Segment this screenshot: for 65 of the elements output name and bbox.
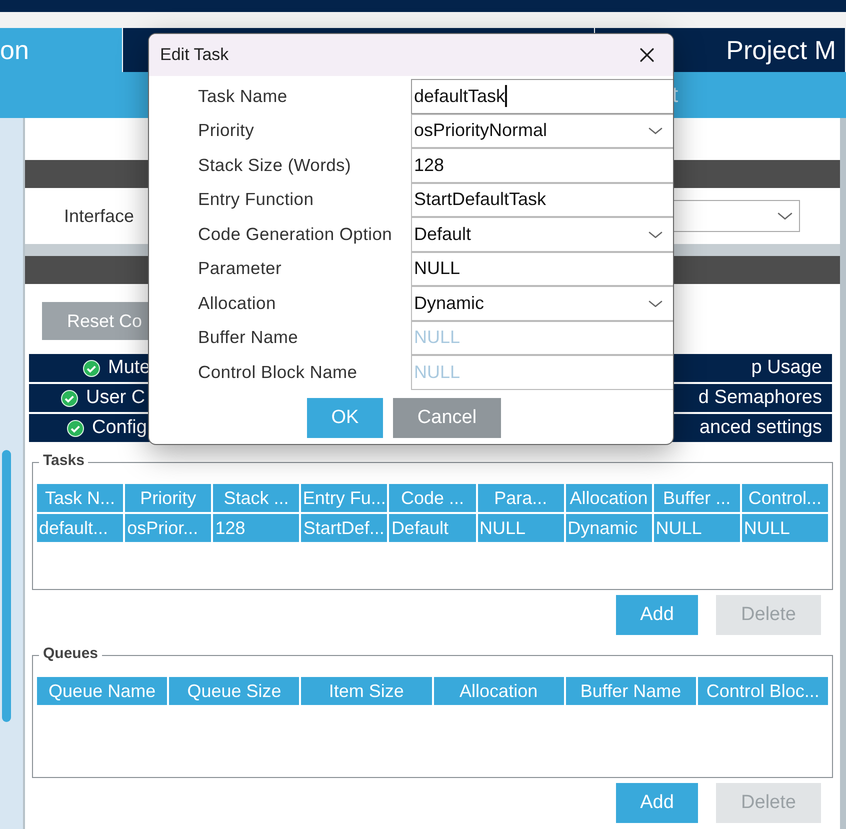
feature-tab-label: anced settings [699,417,822,439]
scrollbar-thumb[interactable] [2,450,11,722]
feature-tab-label: Mute [108,357,150,379]
table-cell[interactable]: NULL [654,514,740,542]
input-field[interactable]: NULL [411,252,673,286]
column-header[interactable]: Allocation [434,677,564,705]
group-title: Queues [39,645,102,662]
column-header[interactable]: Allocation [566,484,652,512]
check-icon [67,420,84,436]
feature-tab-label: User C [86,387,146,409]
field-label: Stack Size (Words) [198,154,352,177]
field-label: Control Block Name [198,360,358,384]
table-cell[interactable]: NULL [478,514,564,542]
ok-button[interactable]: OK [307,398,383,438]
column-header[interactable]: Buffer ... [654,484,740,512]
action-button[interactable]: Add [616,595,698,635]
check-icon [61,390,78,406]
check-icon [83,360,100,376]
input-field[interactable]: defaultTask [411,79,673,114]
chevron-down-icon [648,127,663,134]
dropdown-field[interactable]: osPriorityNormal [411,114,673,148]
input-field[interactable]: NULL [411,355,673,390]
column-header[interactable]: Para... [478,484,564,512]
cancel-button[interactable]: Cancel [393,398,501,438]
column-header[interactable]: Buffer Name [566,677,696,705]
table-cell[interactable]: 128 [213,514,300,542]
column-header[interactable]: Control Bloc... [698,677,828,705]
input-field[interactable]: NULL [411,320,673,355]
dropdown-field[interactable]: Dynamic [411,286,673,320]
feature-tab-label: p Usage [751,357,822,379]
field-label: Task Name [198,84,288,108]
feature-tab-label: Config [92,417,147,439]
table-cell[interactable]: StartDef... [301,514,388,542]
chevron-down-icon [648,300,663,307]
table-cell[interactable]: Default [389,514,476,542]
column-header[interactable]: Code ... [389,484,476,512]
field-label: Parameter [198,257,282,280]
field-label: Priority [198,119,256,142]
column-header[interactable]: Task N... [37,484,124,512]
feature-tab-label: d Semaphores [698,387,822,409]
chevron-down-icon [777,212,793,220]
column-header[interactable]: Queue Size [169,677,300,705]
action-button[interactable]: Add [616,783,698,823]
column-header[interactable]: Entry Fu... [301,484,388,512]
table-cell[interactable]: osPrior... [125,514,212,542]
chevron-down-icon [648,230,663,238]
column-header[interactable]: Item Size [301,677,432,705]
reset-button[interactable]: Reset Co [42,302,149,340]
table-cell[interactable]: NULL [742,514,828,542]
dropdown-field[interactable]: Default [411,217,673,252]
column-header[interactable]: Queue Name [37,677,168,705]
input-field[interactable]: 128 [411,148,673,182]
table-cell[interactable]: default... [37,514,124,542]
dialog-title: Edit Task [160,45,229,65]
tab[interactable]: on [0,28,123,72]
field-label: Entry Function [198,188,315,212]
input-field[interactable]: StartDefaultTask [411,182,673,217]
table-cell[interactable]: Dynamic [566,514,652,542]
column-header[interactable]: Control... [742,484,828,512]
column-header[interactable]: Stack ... [213,484,300,512]
column-header[interactable]: Priority [125,484,212,512]
field-label: Allocation [198,292,277,315]
field-label: Code Generation Option [198,222,394,246]
field-label: Interface [64,206,134,226]
field-label: Buffer Name [198,326,300,350]
